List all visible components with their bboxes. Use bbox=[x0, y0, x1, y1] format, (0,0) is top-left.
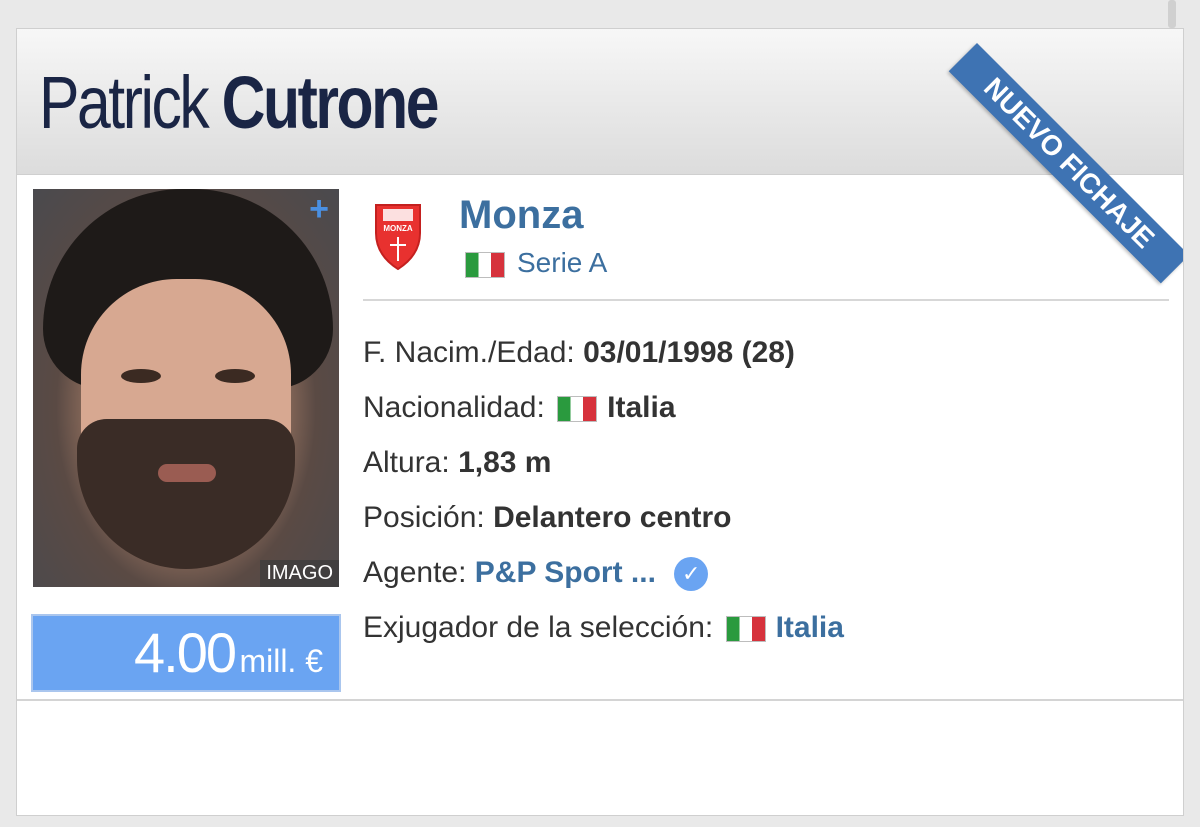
plus-icon[interactable]: + bbox=[305, 192, 333, 226]
photo-beard bbox=[77, 419, 295, 569]
photo-mouth bbox=[158, 464, 216, 482]
agent-link[interactable]: P&P Sport ... bbox=[475, 556, 656, 589]
player-last-name: Cutrone bbox=[221, 61, 440, 144]
national-team-label: Exjugador de la selección: bbox=[363, 611, 714, 644]
monza-crest-icon[interactable]: MONZA bbox=[373, 199, 423, 271]
player-details: F. Nacim./Edad: 03/01/1998 (28) Nacional… bbox=[363, 325, 844, 655]
position-label: Posición: bbox=[363, 501, 485, 534]
market-value-unit: mill. € bbox=[239, 643, 323, 679]
detail-height: Altura: 1,83 m bbox=[363, 435, 844, 490]
footer-divider bbox=[17, 699, 1183, 701]
detail-agent: Agente: P&P Sport ... ✓ bbox=[363, 545, 844, 600]
birth-label: F. Nacim./Edad: bbox=[363, 336, 575, 369]
league-link[interactable]: Serie A bbox=[465, 247, 607, 279]
photo-credit: IMAGO bbox=[260, 560, 339, 587]
nationality-label: Nacionalidad: bbox=[363, 391, 545, 424]
detail-birth: F. Nacim./Edad: 03/01/1998 (28) bbox=[363, 325, 844, 380]
photo-eye-left bbox=[121, 369, 161, 383]
height-label: Altura: bbox=[363, 446, 450, 479]
italy-flag-icon bbox=[465, 251, 505, 278]
photo-eye-right bbox=[215, 369, 255, 383]
national-team-link[interactable]: Italia bbox=[776, 611, 844, 644]
crest-text: MONZA bbox=[383, 224, 413, 233]
club-name-link[interactable]: Monza bbox=[459, 193, 583, 238]
league-name: Serie A bbox=[517, 247, 608, 278]
scrollbar-thumb[interactable] bbox=[1168, 0, 1176, 28]
player-first-name: Patrick bbox=[39, 61, 210, 144]
agent-label: Agente: bbox=[363, 556, 467, 589]
market-value-box[interactable]: 4.00 mill. € bbox=[31, 614, 341, 692]
player-photo[interactable]: IMAGO bbox=[33, 189, 339, 587]
verified-check-icon: ✓ bbox=[674, 557, 709, 592]
height-value: 1,83 m bbox=[458, 446, 552, 479]
detail-nationality: Nacionalidad: Italia bbox=[363, 380, 844, 435]
nationality-value: Italia bbox=[607, 391, 676, 424]
birth-value: 03/01/1998 (28) bbox=[583, 336, 795, 369]
italy-flag-icon bbox=[725, 616, 766, 643]
position-value: Delantero centro bbox=[493, 501, 732, 534]
detail-national-team: Exjugador de la selección: Italia bbox=[363, 600, 844, 655]
market-value-amount: 4.00 bbox=[133, 621, 237, 684]
detail-position: Posición: Delantero centro bbox=[363, 490, 844, 545]
player-name: Patrick Cutrone bbox=[39, 61, 440, 144]
player-profile-card: Patrick Cutrone NUEVO FICHAJE IMAGO + 4.… bbox=[16, 28, 1184, 816]
italy-flag-icon bbox=[557, 396, 598, 423]
section-divider bbox=[363, 299, 1169, 301]
